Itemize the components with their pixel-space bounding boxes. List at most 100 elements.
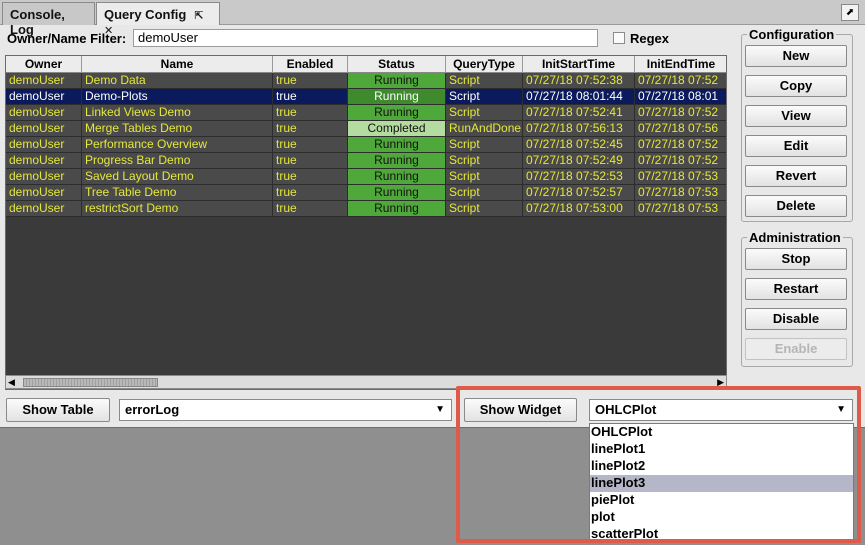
stop-button[interactable]: Stop: [745, 248, 847, 270]
cell-initstarttime: 07/27/18 07:52:45: [523, 137, 635, 153]
highlight-annotation: [456, 386, 861, 543]
maximize-icon[interactable]: ⬈: [841, 4, 859, 21]
column-header-initendtime[interactable]: InitEndTime: [635, 56, 726, 73]
table-row[interactable]: demoUser restrictSort Demo true Running Scri…: [6, 201, 726, 217]
cell-initstarttime: 07/27/18 07:52:53: [523, 169, 635, 185]
table-select-value: errorLog: [125, 402, 180, 417]
regex-label: Regex: [630, 31, 670, 46]
cell-enabled: true: [273, 169, 348, 185]
scroll-left-icon[interactable]: ◀: [8, 377, 15, 388]
cell-enabled: true: [273, 137, 348, 153]
cell-owner: demoUser: [6, 153, 82, 169]
cell-initendtime: 07/27/18 08:01: [635, 89, 726, 105]
copy-button[interactable]: Copy: [745, 75, 847, 97]
table-header: Owner Name Enabled Status QueryType Init…: [6, 56, 726, 73]
column-header-status[interactable]: Status: [348, 56, 446, 73]
cell-owner: demoUser: [6, 201, 82, 217]
cell-status: Running: [348, 185, 446, 201]
cell-initstarttime: 07/27/18 08:01:44: [523, 89, 635, 105]
cell-initendtime: 07/27/18 07:52: [635, 73, 726, 89]
regex-checkbox[interactable]: [613, 32, 625, 44]
cell-status: Running: [348, 137, 446, 153]
cell-querytype: Script: [446, 89, 523, 105]
table-row[interactable]: demoUser Progress Bar Demo true Running Scri…: [6, 153, 726, 169]
table-row[interactable]: demoUser Performance Overview true Running S…: [6, 137, 726, 153]
owner-name-filter-input[interactable]: demoUser: [133, 29, 598, 47]
cell-status: Completed: [348, 121, 446, 137]
cell-name: Demo-Plots: [82, 89, 273, 105]
cell-initendtime: 07/27/18 07:56: [635, 121, 726, 137]
cell-initendtime: 07/27/18 07:52: [635, 137, 726, 153]
cell-initstarttime: 07/27/18 07:52:41: [523, 105, 635, 121]
cell-querytype: Script: [446, 73, 523, 89]
edit-button[interactable]: Edit: [745, 135, 847, 157]
cell-enabled: true: [273, 121, 348, 137]
chevron-down-icon: ▼: [435, 404, 445, 415]
revert-button[interactable]: Revert: [745, 165, 847, 187]
show-table-button[interactable]: Show Table: [6, 398, 110, 422]
cell-initstarttime: 07/27/18 07:52:57: [523, 185, 635, 201]
table-row[interactable]: demoUser Linked Views Demo true Running Scri…: [6, 105, 726, 121]
cell-name: restrictSort Demo: [82, 201, 273, 217]
column-header-owner[interactable]: Owner: [6, 56, 82, 73]
cell-owner: demoUser: [6, 73, 82, 89]
restart-button[interactable]: Restart: [745, 278, 847, 300]
table-row[interactable]: demoUser Demo Data true Running Script 07/27/…: [6, 73, 726, 89]
cell-enabled: true: [273, 73, 348, 89]
cell-querytype: Script: [446, 169, 523, 185]
table-row[interactable]: demoUser Saved Layout Demo true Running Scri…: [6, 169, 726, 185]
cell-name: Performance Overview: [82, 137, 273, 153]
cell-querytype: Script: [446, 201, 523, 217]
cell-querytype: Script: [446, 137, 523, 153]
cell-initstarttime: 07/27/18 07:52:38: [523, 73, 635, 89]
cell-name: Linked Views Demo: [82, 105, 273, 121]
cell-enabled: true: [273, 185, 348, 201]
table-row[interactable]: demoUser Demo-Plots true Running Script 07/27…: [6, 89, 726, 105]
cell-querytype: Script: [446, 153, 523, 169]
cell-status: Running: [348, 89, 446, 105]
cell-initstarttime: 07/27/18 07:56:13: [523, 121, 635, 137]
cell-initendtime: 07/27/18 07:52: [635, 105, 726, 121]
enable-button: Enable: [745, 338, 847, 360]
configuration-title: Configuration: [747, 27, 837, 42]
delete-button[interactable]: Delete: [745, 195, 847, 217]
cell-querytype: RunAndDone: [446, 121, 523, 137]
cell-owner: demoUser: [6, 121, 82, 137]
cell-owner: demoUser: [6, 185, 82, 201]
administration-title: Administration: [747, 230, 843, 245]
cell-status: Running: [348, 105, 446, 121]
column-header-initstarttime[interactable]: InitStartTime: [523, 56, 635, 73]
new-button[interactable]: New: [745, 45, 847, 67]
column-header-name[interactable]: Name: [82, 56, 273, 73]
cell-enabled: true: [273, 153, 348, 169]
cell-querytype: Script: [446, 185, 523, 201]
table-select[interactable]: errorLog ▼: [119, 399, 452, 421]
tab-console-log[interactable]: Console, Log: [2, 2, 95, 37]
cell-initendtime: 07/27/18 07:52: [635, 153, 726, 169]
cell-status: Running: [348, 201, 446, 217]
cell-querytype: Script: [446, 105, 523, 121]
cell-status: Running: [348, 169, 446, 185]
cell-name: Progress Bar Demo: [82, 153, 273, 169]
cell-name: Demo Data: [82, 73, 273, 89]
tab-label: Query Config: [104, 7, 187, 22]
table-row[interactable]: demoUser Tree Table Demo true Running Script…: [6, 185, 726, 201]
cell-enabled: true: [273, 105, 348, 121]
table-row[interactable]: demoUser Merge Tables Demo true Completed Ru…: [6, 121, 726, 137]
column-header-enabled[interactable]: Enabled: [273, 56, 348, 73]
query-table: Owner Name Enabled Status QueryType Init…: [5, 55, 727, 390]
cell-owner: demoUser: [6, 137, 82, 153]
filter-label: Owner/Name Filter:: [7, 31, 127, 46]
view-button[interactable]: View: [745, 105, 847, 127]
cell-initstarttime: 07/27/18 07:52:49: [523, 153, 635, 169]
scrollbar-thumb[interactable]: [23, 378, 158, 387]
tab-query-config[interactable]: Query Config ⇱ ✕: [96, 2, 220, 37]
cell-initendtime: 07/27/18 07:53: [635, 185, 726, 201]
cell-status: Running: [348, 73, 446, 89]
cell-name: Saved Layout Demo: [82, 169, 273, 185]
column-header-querytype[interactable]: QueryType: [446, 56, 523, 73]
cell-enabled: true: [273, 201, 348, 217]
disable-button[interactable]: Disable: [745, 308, 847, 330]
cell-status: Running: [348, 153, 446, 169]
cell-owner: demoUser: [6, 105, 82, 121]
